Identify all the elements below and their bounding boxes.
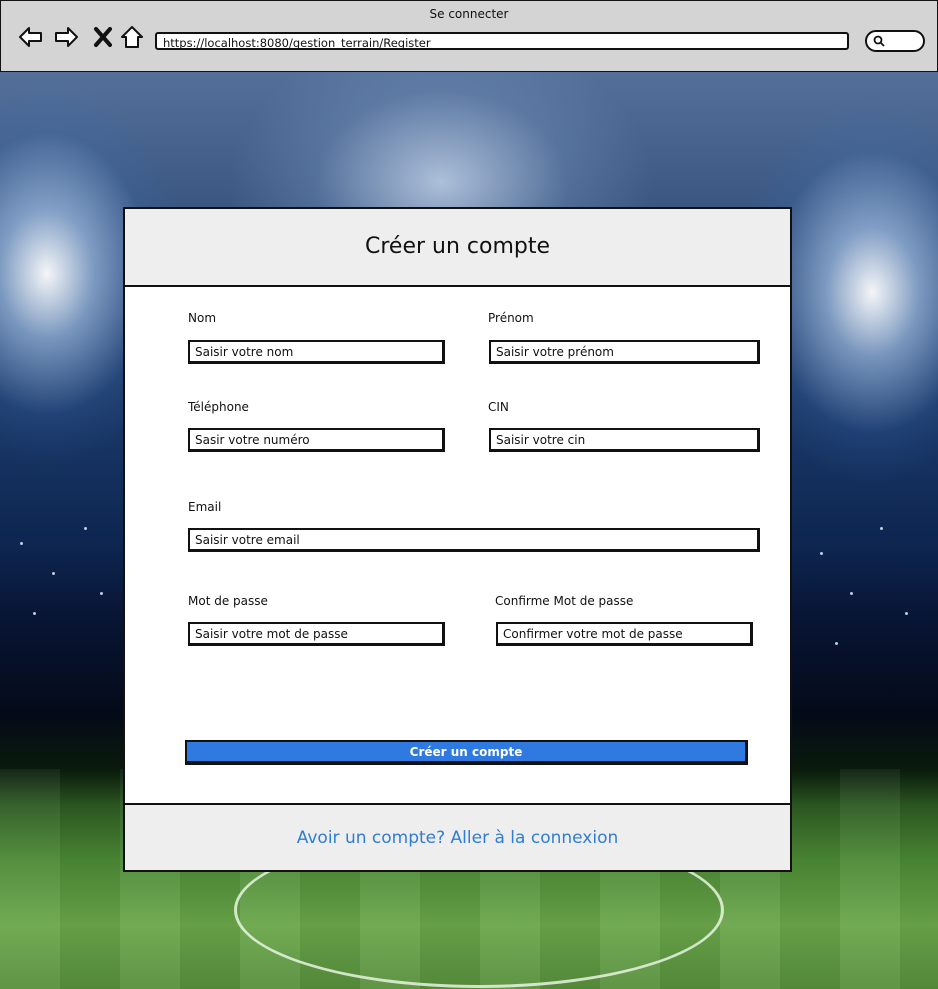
close-x-icon[interactable] — [89, 23, 117, 51]
browser-chrome: Se connecter https://localhost:8080/gest… — [0, 0, 938, 73]
go-to-login-link[interactable]: Avoir un compte? Aller à la connexion — [297, 828, 619, 848]
forward-arrow-icon[interactable] — [52, 23, 80, 51]
telephone-input[interactable] — [188, 428, 445, 452]
crowd-light — [52, 572, 55, 575]
password-label: Mot de passe — [188, 594, 268, 608]
card-header: Créer un compte — [125, 209, 790, 287]
crowd-light — [100, 592, 103, 595]
prenom-label: Prénom — [488, 311, 534, 325]
url-bar[interactable]: https://localhost:8080/gestion_terrain/R… — [155, 32, 849, 50]
confirm-password-input[interactable] — [496, 622, 753, 646]
card-footer: Avoir un compte? Aller à la connexion — [125, 803, 790, 870]
crowd-light — [820, 552, 823, 555]
nom-label: Nom — [188, 311, 217, 325]
crowd-light — [20, 542, 23, 545]
crowd-light — [850, 592, 853, 595]
window-title: Se connecter — [429, 7, 509, 21]
back-arrow-icon[interactable] — [17, 23, 45, 51]
crowd-light — [880, 527, 883, 530]
confirm-password-label: Confirme Mot de passe — [495, 594, 634, 608]
cin-input[interactable] — [489, 428, 760, 452]
crowd-light — [84, 527, 87, 530]
email-label: Email — [188, 500, 222, 514]
search-icon — [873, 35, 885, 47]
register-card: Créer un compte Nom Prénom Téléphone CIN… — [123, 207, 792, 872]
email-input[interactable] — [188, 528, 760, 552]
crowd-light — [33, 612, 36, 615]
browser-search-box[interactable] — [865, 30, 925, 52]
telephone-label: Téléphone — [188, 400, 249, 414]
password-input[interactable] — [188, 622, 445, 646]
home-icon[interactable] — [118, 23, 146, 51]
prenom-input[interactable] — [489, 340, 760, 364]
page-title: Créer un compte — [364, 233, 551, 259]
crowd-light — [905, 612, 908, 615]
create-account-button[interactable]: Créer un compte — [185, 740, 748, 765]
nom-input[interactable] — [188, 340, 445, 364]
cin-label: CIN — [488, 400, 509, 414]
crowd-light — [835, 642, 838, 645]
